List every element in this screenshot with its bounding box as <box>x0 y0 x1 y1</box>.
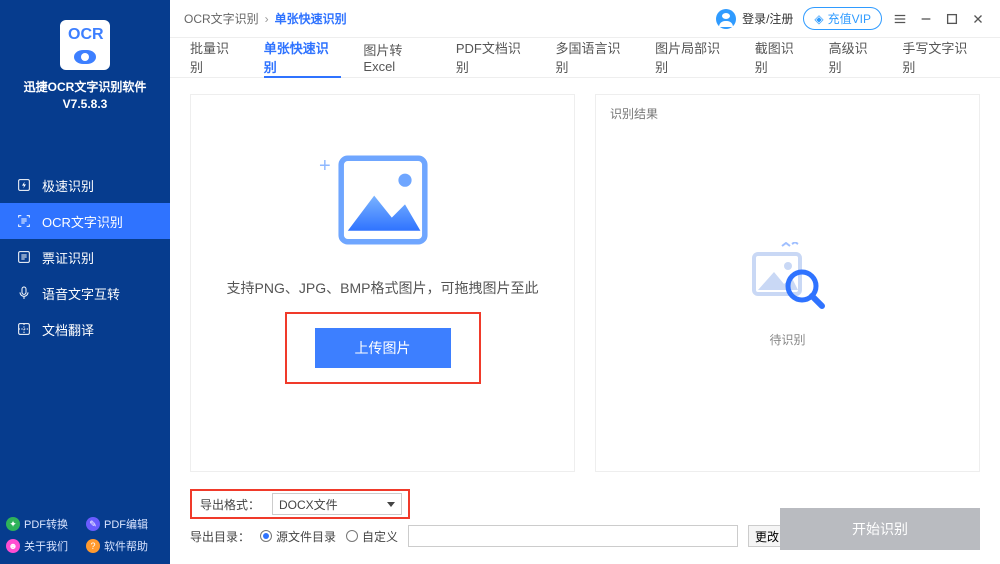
start-recognize-button[interactable]: 开始识别 <box>780 508 980 550</box>
main: OCR文字识别 › 单张快速识别 登录/注册 ◈ 充值VIP 批量识别 <box>170 0 1000 564</box>
result-placeholder-text: 待识别 <box>596 331 979 348</box>
menu-button[interactable] <box>892 11 908 27</box>
tab-pdf[interactable]: PDF文档识别 <box>456 38 534 78</box>
chevron-right-icon: › <box>265 12 269 26</box>
export-format-highlight: 导出格式： DOCX文件 <box>190 489 410 519</box>
tab-region[interactable]: 图片局部识别 <box>655 38 733 78</box>
chevron-down-icon <box>387 502 395 507</box>
bottom-bar: 导出格式： DOCX文件 导出目录： 源文件目录 自定义 更改 打开文件目录 开… <box>170 482 1000 564</box>
breadcrumb-current: 单张快速识别 <box>275 10 347 27</box>
sidebar: OCR 迅捷OCR文字识别软件 V7.5.8.3 极速识别 OCR文字识别 票证… <box>0 0 170 564</box>
app-name: 迅捷OCR文字识别软件 <box>0 78 170 95</box>
sidebar-bottom-pdf-edit[interactable]: ✎PDF编辑 <box>86 516 164 532</box>
upload-support-text: 支持PNG、JPG、BMP格式图片，可拖拽图片至此 <box>191 278 574 298</box>
maximize-button[interactable] <box>944 11 960 27</box>
result-pane: 识别结果 待识别 <box>595 94 980 472</box>
diamond-icon: ◈ <box>814 12 823 26</box>
bolt-icon <box>16 177 32 193</box>
sidebar-bottom-about[interactable]: ☻关于我们 <box>6 538 84 554</box>
titlebar: OCR文字识别 › 单张快速识别 登录/注册 ◈ 充值VIP <box>170 0 1000 38</box>
tab-screenshot[interactable]: 截图识别 <box>755 38 807 78</box>
sidebar-item-label: 极速识别 <box>42 176 94 195</box>
content: + 支持PNG、JPG、BMP格式图片，可拖拽图片至此 上传图片 识别结果 <box>170 78 1000 482</box>
tabs: 批量识别 单张快速识别 图片转Excel PDF文档识别 多国语言识别 图片局部… <box>170 38 1000 78</box>
tab-img-excel[interactable]: 图片转Excel <box>363 38 433 78</box>
sidebar-bottom-help[interactable]: ?软件帮助 <box>86 538 164 554</box>
sidebar-bottom-pdf-convert[interactable]: ✦PDF转换 <box>6 516 84 532</box>
vip-button[interactable]: ◈ 充值VIP <box>803 7 882 30</box>
app-logo-icon: OCR <box>60 20 110 70</box>
image-placeholder-icon <box>328 145 438 255</box>
sidebar-item-ocr[interactable]: OCR文字识别 <box>0 203 170 239</box>
tab-multilang[interactable]: 多国语言识别 <box>556 38 634 78</box>
result-title: 识别结果 <box>596 95 979 132</box>
ticket-icon <box>16 249 32 265</box>
mic-icon <box>16 285 32 301</box>
sidebar-item-speech[interactable]: 语音文字互转 <box>0 275 170 311</box>
upload-highlight-box: 上传图片 <box>285 312 481 384</box>
minimize-button[interactable] <box>918 11 934 27</box>
upload-pane[interactable]: + 支持PNG、JPG、BMP格式图片，可拖拽图片至此 上传图片 <box>190 94 575 472</box>
export-format-label: 导出格式： <box>194 496 264 513</box>
breadcrumb-root[interactable]: OCR文字识别 <box>184 10 259 27</box>
plus-icon: + <box>319 155 331 178</box>
tab-advanced[interactable]: 高级识别 <box>829 38 881 78</box>
tab-batch[interactable]: 批量识别 <box>190 38 242 78</box>
translate-icon <box>16 321 32 337</box>
export-format-select[interactable]: DOCX文件 <box>272 493 402 515</box>
login-label: 登录/注册 <box>742 10 793 27</box>
login-button[interactable]: 登录/注册 <box>716 9 793 29</box>
sidebar-item-label: OCR文字识别 <box>42 212 123 231</box>
tab-handwrite[interactable]: 手写文字识别 <box>902 38 980 78</box>
user-avatar-icon <box>716 9 736 29</box>
app-version: V7.5.8.3 <box>0 97 170 111</box>
radio-custom-dir[interactable]: 自定义 <box>346 528 398 545</box>
export-path-input[interactable] <box>408 525 738 547</box>
text-scan-icon <box>16 213 32 229</box>
export-dir-label: 导出目录： <box>190 528 250 545</box>
radio-source-dir[interactable]: 源文件目录 <box>260 528 336 545</box>
upload-button[interactable]: 上传图片 <box>315 328 451 368</box>
result-placeholder-icon <box>596 242 979 317</box>
close-button[interactable] <box>970 11 986 27</box>
sidebar-bottom: ✦PDF转换 ✎PDF编辑 ☻关于我们 ?软件帮助 <box>0 508 170 564</box>
sidebar-item-ticket[interactable]: 票证识别 <box>0 239 170 275</box>
sidebar-item-label: 语音文字互转 <box>42 284 120 303</box>
sidebar-item-fast[interactable]: 极速识别 <box>0 167 170 203</box>
tab-single-fast[interactable]: 单张快速识别 <box>264 38 342 78</box>
sidebar-item-label: 票证识别 <box>42 248 94 267</box>
sidebar-item-translate[interactable]: 文档翻译 <box>0 311 170 347</box>
logo-block: OCR 迅捷OCR文字识别软件 V7.5.8.3 <box>0 0 170 117</box>
sidebar-item-label: 文档翻译 <box>42 320 94 339</box>
